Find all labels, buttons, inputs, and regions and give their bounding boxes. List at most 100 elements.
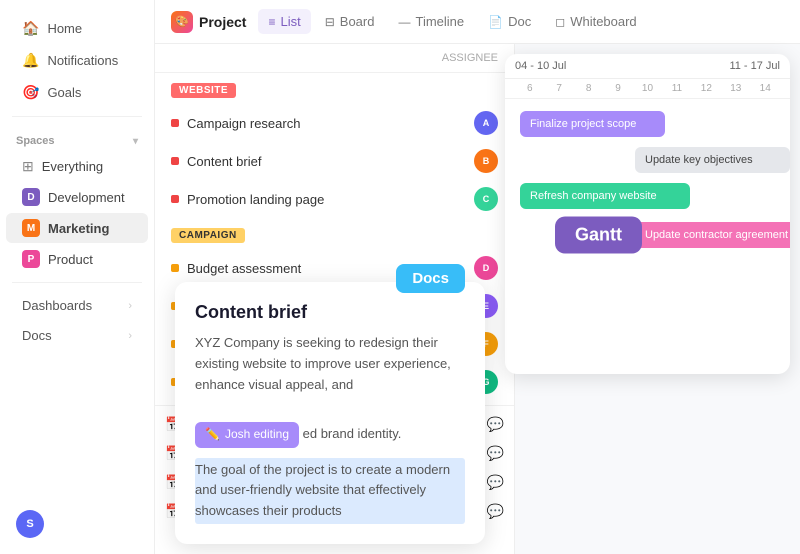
gantt-bar-row: Refresh company website — [515, 181, 780, 211]
docs-title-text: Content brief — [195, 302, 307, 322]
gantt-badge: Gantt — [555, 217, 642, 254]
sidebar-home-label: Home — [47, 21, 82, 36]
chat-icon[interactable]: 💬 — [487, 416, 504, 433]
sidebar-item-home[interactable]: 🏠 Home — [6, 13, 148, 44]
gantt-days: 6 7 8 9 10 11 12 13 14 — [505, 79, 790, 99]
sidebar-item-dashboards[interactable]: Dashboards › — [6, 291, 148, 320]
table-row[interactable]: Content brief B — [155, 142, 514, 180]
gantt-week1: 04 - 10 Jul — [515, 60, 566, 72]
gantt-bar-gray: Update key objectives — [635, 147, 790, 173]
gantt-bar-label: Finalize project scope — [530, 118, 636, 130]
project-title: 🎨 Project — [171, 11, 246, 33]
gantt-bar-pink: Update contractor agreement — [635, 222, 790, 248]
timeline-icon: — — [398, 15, 410, 29]
doc-icon: 📄 — [488, 15, 503, 29]
docs-label: Docs — [22, 328, 52, 343]
target-icon: 🎯 — [22, 84, 39, 101]
tab-list-label: List — [280, 14, 300, 29]
spaces-label: Spaces — [16, 135, 55, 147]
chat-icon[interactable]: 💬 — [487, 503, 504, 520]
tab-doc-label: Doc — [508, 14, 531, 29]
gantt-bar-green: Refresh company website — [520, 183, 690, 209]
table-row[interactable]: Campaign research A — [155, 104, 514, 142]
topbar: 🎨 Project ≡ List ⊟ Board — Timeline 📄 Do… — [155, 0, 800, 44]
tab-whiteboard[interactable]: ◻ Whiteboard — [545, 9, 646, 34]
avatar: C — [474, 187, 498, 211]
chevron-right-icon: › — [128, 300, 132, 312]
content-area: ASSIGNEE WEBSITE Campaign research A Con… — [155, 44, 800, 554]
task-name: Content brief — [187, 154, 261, 169]
gantt-bar-row: Finalize project scope — [515, 109, 780, 139]
chat-icon[interactable]: 💬 — [487, 445, 504, 462]
tab-list[interactable]: ≡ List — [258, 9, 310, 34]
gantt-bar-label: Refresh company website — [530, 190, 657, 202]
task-name: Budget assessment — [187, 261, 301, 276]
docs-paragraph-2: ✏️ Josh editing ed brand identity. — [195, 416, 465, 453]
task-name: Promotion landing page — [187, 192, 324, 207]
user-avatar[interactable]: S — [16, 510, 44, 538]
task-name: Campaign research — [187, 116, 300, 131]
gantt-bar-purple: Finalize project scope — [520, 111, 665, 137]
avatar: A — [474, 111, 498, 135]
docs-badge: Docs — [396, 264, 465, 293]
docs-title: Content brief — [195, 302, 465, 323]
marketing-label: Marketing — [48, 221, 109, 236]
sidebar-item-notifications[interactable]: 🔔 Notifications — [6, 45, 148, 76]
assignee-header: ASSIGNEE — [442, 52, 498, 64]
tab-board-label: Board — [340, 14, 375, 29]
sidebar-item-development[interactable]: D Development — [6, 182, 148, 212]
gantt-panel: 04 - 10 Jul 11 - 17 Jul 6 7 8 9 10 11 12… — [505, 54, 790, 374]
sidebar: 🏠 Home 🔔 Notifications 🎯 Goals Spaces ▾ … — [0, 0, 155, 554]
whiteboard-icon: ◻ — [555, 15, 565, 29]
board-icon: ⊟ — [325, 15, 335, 29]
gantt-bar-row: Gantt Update contractor agreement — [515, 217, 780, 253]
assignee-cell: C — [474, 187, 498, 211]
avatar: B — [474, 149, 498, 173]
everything-label: Everything — [42, 159, 103, 174]
spaces-section-title: Spaces ▾ — [0, 125, 154, 151]
sidebar-item-everything[interactable]: ⊞ Everything — [6, 152, 148, 181]
sidebar-item-marketing[interactable]: M Marketing — [6, 213, 148, 243]
sidebar-item-product[interactable]: P Product — [6, 244, 148, 274]
gantt-week2: 11 - 17 Jul — [729, 60, 780, 72]
task-dot — [171, 264, 179, 272]
assignee-cell: B — [474, 149, 498, 173]
sidebar-item-docs[interactable]: Docs › — [6, 321, 148, 350]
marketing-space-icon: M — [22, 219, 40, 237]
gantt-header: 04 - 10 Jul 11 - 17 Jul — [505, 54, 790, 79]
tab-whiteboard-label: Whiteboard — [570, 14, 636, 29]
tab-doc[interactable]: 📄 Doc — [478, 9, 541, 34]
chat-icon[interactable]: 💬 — [487, 474, 504, 491]
sidebar-notifications-label: Notifications — [47, 53, 118, 68]
task-dot — [171, 119, 179, 127]
section-campaign: CAMPAIGN — [171, 228, 245, 243]
product-space-icon: P — [22, 250, 40, 268]
sidebar-goals-label: Goals — [47, 85, 81, 100]
bell-icon: 🔔 — [22, 52, 39, 69]
gantt-bars: Finalize project scope Update key object… — [505, 99, 790, 263]
docs-panel: Docs Content brief XYZ Company is seekin… — [175, 282, 485, 544]
divider-2 — [12, 282, 142, 283]
product-label: Product — [48, 252, 93, 267]
chevron-down-icon: ▾ — [133, 136, 138, 147]
task-dot — [171, 157, 179, 165]
docs-paragraph-2-text: ed brand identity. — [303, 426, 402, 441]
assignee-cell: D — [474, 256, 498, 280]
tab-timeline[interactable]: — Timeline — [388, 9, 474, 34]
campaign-section-label: CAMPAIGN — [179, 230, 237, 241]
avatar-initials: S — [26, 518, 33, 530]
docs-badge-label: Docs — [412, 270, 449, 287]
project-label: Project — [199, 14, 246, 30]
chevron-right-icon-2: › — [128, 330, 132, 342]
sidebar-item-goals[interactable]: 🎯 Goals — [6, 77, 148, 108]
list-icon: ≡ — [268, 15, 275, 29]
tab-timeline-label: Timeline — [415, 14, 464, 29]
website-section-label: WEBSITE — [179, 85, 228, 96]
table-row[interactable]: Promotion landing page C — [155, 180, 514, 218]
development-label: Development — [48, 190, 125, 205]
docs-editing-badge: ✏️ Josh editing — [195, 422, 299, 447]
assignee-cell: A — [474, 111, 498, 135]
tab-board[interactable]: ⊟ Board — [315, 9, 385, 34]
grid-icon: ⊞ — [22, 158, 34, 175]
gantt-bar-label: Update key objectives — [645, 154, 753, 166]
